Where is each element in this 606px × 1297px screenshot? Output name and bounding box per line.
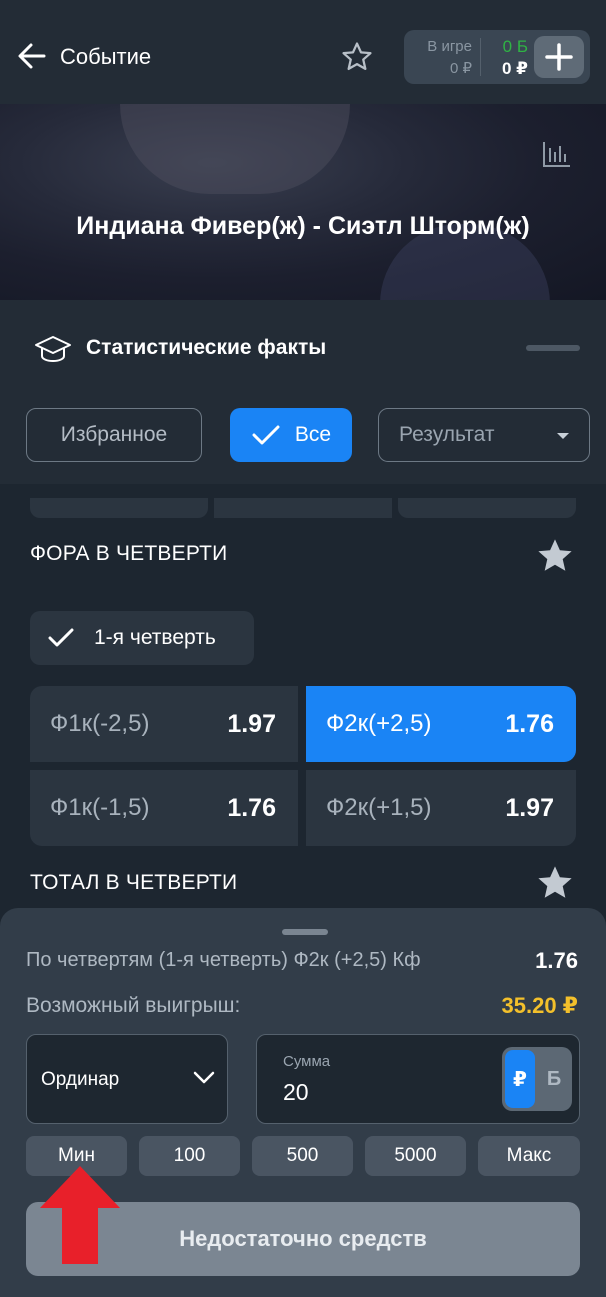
- collapse-handle[interactable]: [526, 345, 580, 351]
- chevron-down-icon: [193, 1071, 215, 1084]
- filter-result-label: Результат: [399, 423, 495, 446]
- bet-slip-drag-handle[interactable]: [282, 929, 328, 935]
- balance-widget[interactable]: В игре 0 ₽ 0 Б 0 ₽: [404, 30, 590, 84]
- star-icon[interactable]: [534, 862, 576, 904]
- odds-button[interactable]: Ф1к(-2,5) 1.97: [30, 686, 298, 762]
- balance-divider: [480, 38, 481, 76]
- quick-amount-max[interactable]: Макс: [478, 1136, 580, 1176]
- account-balance: 0 Б 0 ₽: [488, 36, 528, 80]
- in-game-balance: В игре 0 ₽: [416, 36, 472, 80]
- odds-value: 1.97: [505, 793, 554, 822]
- bet-type-value: Ординар: [41, 1069, 120, 1090]
- possible-win-value: 35.20 ₽: [501, 993, 578, 1018]
- filter-favorites[interactable]: Избранное: [26, 408, 202, 462]
- check-icon: [48, 628, 74, 647]
- bet-description: По четвертям (1-я четверть) Ф2к (+2,5) К…: [26, 949, 421, 971]
- page-title: Событие: [60, 44, 152, 69]
- event-title: Индиана Фивер(ж) - Сиэтл Шторм(ж): [76, 212, 530, 240]
- graduation-cap-icon: [35, 336, 71, 363]
- stats-facts-section[interactable]: Статистические факты: [0, 300, 606, 394]
- quick-amount-100[interactable]: 100: [139, 1136, 240, 1176]
- in-game-label: В игре: [427, 38, 472, 55]
- back-arrow-icon[interactable]: [14, 38, 50, 74]
- filter-result-dropdown[interactable]: Результат: [378, 408, 590, 462]
- odds-value: 1.76: [505, 709, 554, 738]
- odds-button[interactable]: Ф2к(+1,5) 1.97: [306, 770, 576, 846]
- stats-facts-label: Статистические факты: [86, 336, 327, 359]
- odds-label: Ф1к(-2,5): [50, 710, 150, 737]
- stake-label: Сумма: [283, 1053, 331, 1070]
- money-balance: 0 ₽: [501, 59, 528, 78]
- odds-label: Ф1к(-1,5): [50, 794, 150, 821]
- event-banner: Индиана Фивер(ж) - Сиэтл Шторм(ж): [0, 104, 606, 304]
- currency-rub-option[interactable]: ₽: [505, 1050, 535, 1108]
- quarter-chip-label: 1-я четверть: [94, 626, 216, 649]
- statistics-chart-icon[interactable]: [542, 140, 572, 168]
- possible-win-label: Возможный выигрыш:: [26, 994, 241, 1017]
- odds-button-selected[interactable]: Ф2к(+2,5) 1.76: [306, 686, 576, 762]
- banner-backdrop: [120, 104, 350, 194]
- currency-toggle[interactable]: ₽ Б: [502, 1047, 572, 1111]
- filter-all[interactable]: Все: [230, 408, 352, 462]
- previous-market-fragment: [30, 498, 208, 518]
- top-bar: Событие В игре 0 ₽ 0 Б 0 ₽: [0, 0, 606, 104]
- check-icon: [252, 425, 280, 445]
- bonus-balance: 0 Б: [502, 37, 528, 56]
- stake-value[interactable]: 20: [283, 1079, 309, 1106]
- filter-bar: Избранное Все Результат: [0, 394, 606, 484]
- odds-value: 1.76: [227, 793, 276, 822]
- bet-type-select[interactable]: Ординар: [26, 1034, 228, 1124]
- odds-label: Ф2к(+2,5): [326, 710, 432, 737]
- plus-icon: [545, 43, 573, 71]
- quick-amount-500[interactable]: 500: [252, 1136, 353, 1176]
- stake-input[interactable]: Сумма 20 ₽ Б: [256, 1034, 580, 1124]
- previous-market-fragment: [398, 498, 576, 518]
- dropdown-caret-icon: [557, 433, 569, 439]
- market-title-handicap: ФОРА В ЧЕТВЕРТИ: [30, 542, 228, 565]
- bet-coefficient: 1.76: [535, 948, 578, 973]
- favorite-star-icon[interactable]: [340, 40, 374, 74]
- odds-value: 1.97: [227, 709, 276, 738]
- filter-all-label: Все: [294, 423, 332, 446]
- deposit-button[interactable]: [534, 36, 584, 78]
- star-icon[interactable]: [534, 535, 576, 577]
- odds-button[interactable]: Ф1к(-1,5) 1.76: [30, 770, 298, 846]
- odds-label: Ф2к(+1,5): [326, 794, 432, 821]
- red-arrow-annotation-icon: [40, 1166, 120, 1264]
- quarter-filter-chip[interactable]: 1-я четверть: [30, 611, 254, 665]
- currency-bonus-option[interactable]: Б: [539, 1050, 569, 1108]
- previous-market-fragment: [214, 498, 392, 518]
- market-title-total: ТОТАЛ В ЧЕТВЕРТИ: [30, 871, 238, 894]
- in-game-value: 0 ₽: [449, 60, 472, 77]
- quick-amount-5000[interactable]: 5000: [365, 1136, 466, 1176]
